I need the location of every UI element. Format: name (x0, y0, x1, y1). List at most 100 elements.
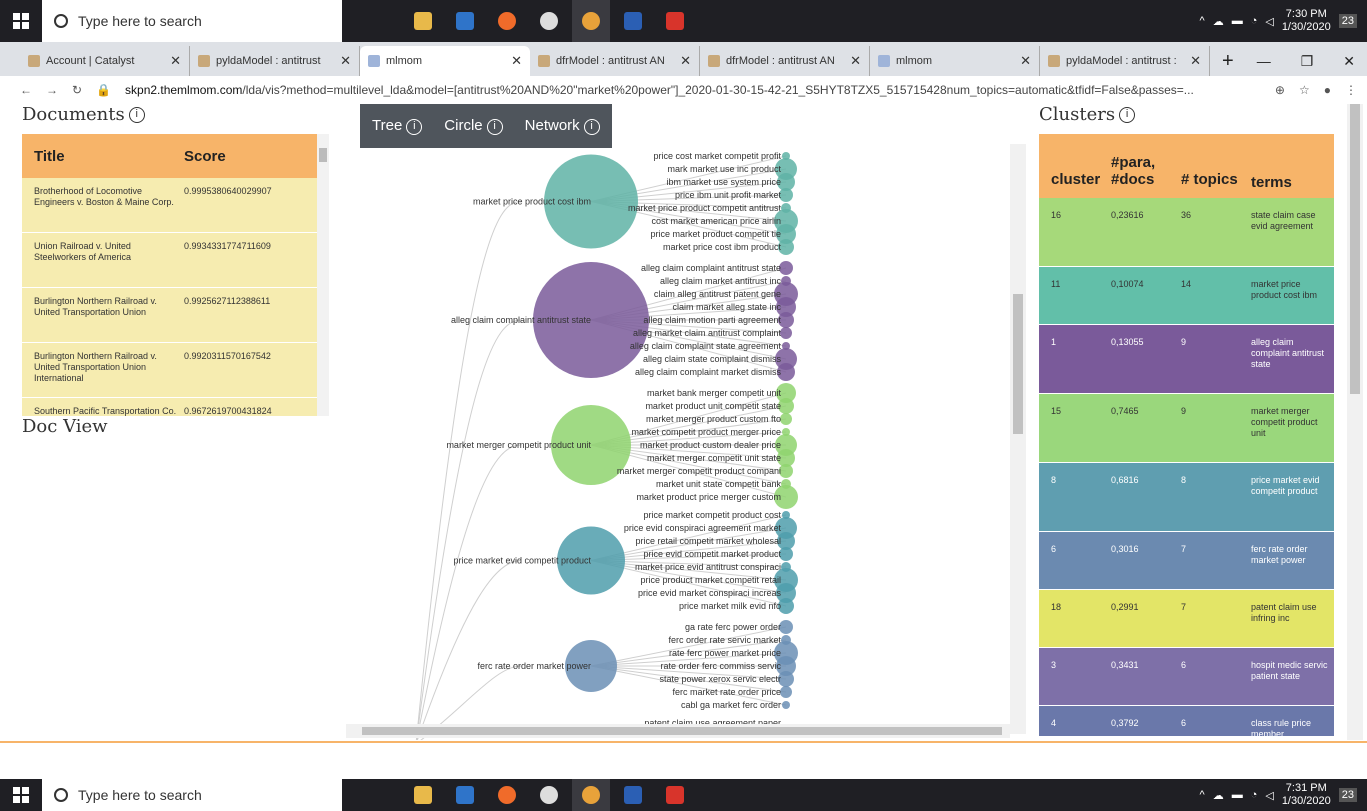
table-row[interactable]: 11 0,10074 14 market price product cost ibm (1039, 267, 1334, 325)
volume-icon[interactable]: ◁ (1265, 15, 1273, 28)
leaf-label[interactable]: market price evid antitrust conspiraci (635, 562, 781, 572)
leaf-label[interactable]: alleg market claim antitrust complaint (633, 328, 782, 338)
menu-icon[interactable]: ⋮ (1345, 83, 1367, 97)
leaf-label[interactable]: price market competit product cost (643, 510, 781, 520)
firefox-icon[interactable] (488, 0, 526, 42)
clock[interactable]: 7:30 PM 1/30/2020 (1282, 8, 1331, 34)
maximize-icon[interactable]: ❐ (1301, 46, 1314, 76)
table-row[interactable]: Burlington Northern Railroad v. United T… (22, 343, 317, 398)
documents-scrollbar[interactable] (317, 134, 329, 416)
volume-icon[interactable]: ◁ (1265, 789, 1273, 802)
firefox-icon[interactable] (488, 779, 526, 811)
outlook-icon[interactable] (446, 779, 484, 811)
leaf-label[interactable]: market product price merger custom (636, 492, 781, 502)
leaf-node[interactable] (779, 547, 793, 561)
table-row[interactable]: 4 0,3792 6 class rule price member (1039, 706, 1334, 736)
leaf-label[interactable]: market competit product merger price (631, 427, 781, 437)
tab-4[interactable]: dfrModel : antitrust AN ✕ (700, 46, 870, 76)
profile-icon[interactable]: ● (1324, 83, 1331, 97)
col-title[interactable]: Title (22, 148, 184, 165)
viz-vertical-scrollbar[interactable] (1010, 144, 1026, 734)
page-scrollbar[interactable] (1347, 104, 1363, 740)
col-para-docs[interactable]: #para, #docs (1111, 154, 1181, 188)
notification-icon[interactable]: 23 (1338, 14, 1357, 28)
leaf-label[interactable]: rate order ferc commiss servic (660, 661, 781, 671)
forward-icon[interactable]: → (46, 83, 58, 97)
leaf-label[interactable]: market price cost ibm product (663, 242, 782, 252)
table-row[interactable]: Union Railroad v. United Steelworkers of… (22, 233, 317, 288)
viz-horizontal-scrollbar[interactable] (346, 724, 1010, 738)
back-icon[interactable]: ← (20, 83, 32, 97)
url-field[interactable]: skpn2.themlmom.com/lda/vis?method=multil… (125, 83, 1261, 97)
table-row[interactable]: Brotherhood of Locomotive Engineers v. B… (22, 178, 317, 233)
close-window-icon[interactable]: ✕ (1343, 46, 1355, 76)
leaf-label[interactable]: market merger product custom fto (646, 414, 781, 424)
leaf-label[interactable]: price evid market conspiraci increas (638, 588, 782, 598)
close-icon[interactable]: ✕ (340, 53, 351, 69)
leaf-label[interactable]: claim market alleg state inc (672, 302, 781, 312)
leaf-label[interactable]: price evid competit market product (643, 549, 781, 559)
leaf-label[interactable]: alleg claim complaint antitrust state (641, 263, 781, 273)
leaf-node[interactable] (780, 327, 792, 339)
chevron-up-icon[interactable]: ^ (1200, 789, 1205, 801)
taskbar-search-box[interactable]: Type here to search (42, 779, 342, 811)
leaf-label[interactable]: claim alleg antitrust patent gene (654, 289, 781, 299)
leaf-label[interactable]: price cost market competit profit (653, 151, 781, 161)
leaf-label[interactable]: alleg claim state complaint dismiss (643, 354, 782, 364)
leaf-label[interactable]: price product market competit retail (640, 575, 781, 585)
close-icon[interactable]: ✕ (511, 53, 522, 69)
tab-6[interactable]: pyldaModel : antitrust : ✕ (1040, 46, 1210, 76)
acrobat-icon[interactable] (656, 0, 694, 42)
file-explorer-icon[interactable] (404, 779, 442, 811)
tab-3[interactable]: dfrModel : antitrust AN ✕ (530, 46, 700, 76)
leaf-label[interactable]: cabl ga market ferc order (681, 700, 781, 710)
leaf-label[interactable]: price retail competit market wholesal (635, 536, 781, 546)
leaf-node[interactable] (779, 464, 793, 478)
settings-gear-icon[interactable] (530, 0, 568, 42)
start-button[interactable] (0, 779, 42, 811)
topic-label[interactable]: price market evid competit product (453, 556, 591, 566)
leaf-label[interactable]: cost market american price airlin (651, 216, 781, 226)
scroll-thumb[interactable] (1013, 294, 1023, 434)
settings-gear-icon[interactable] (530, 779, 568, 811)
star-icon[interactable]: ☆ (1299, 83, 1310, 97)
leaf-label[interactable]: alleg claim complaint market dismiss (635, 367, 782, 377)
col-cluster[interactable]: cluster (1039, 171, 1111, 188)
close-icon[interactable]: ✕ (1190, 53, 1201, 69)
leaf-label[interactable]: ferc market rate order price (672, 687, 781, 697)
leaf-label[interactable]: rate ferc power market price (669, 648, 781, 658)
word-icon[interactable] (614, 0, 652, 42)
table-row[interactable]: 16 0,23616 36 state claim case evid agreeme… (1039, 198, 1334, 267)
table-row[interactable]: Southern Pacific Transportation Co. v. I… (22, 398, 317, 416)
leaf-label[interactable]: ga rate ferc power order (685, 622, 781, 632)
chevron-up-icon[interactable]: ^ (1200, 15, 1205, 27)
leaf-label[interactable]: alleg claim market antitrust inc (660, 276, 782, 286)
col-terms[interactable]: terms (1251, 175, 1331, 190)
chrome-icon[interactable] (572, 0, 610, 42)
notification-icon[interactable]: 23 (1338, 788, 1357, 802)
table-row[interactable]: 18 0,2991 7 patent claim use infring inc (1039, 590, 1334, 648)
leaf-label[interactable]: market product custom dealer price (640, 440, 781, 450)
leaf-node[interactable] (779, 261, 793, 275)
outlook-icon[interactable] (446, 0, 484, 42)
battery-icon[interactable]: ▬ (1232, 789, 1243, 801)
leaf-label[interactable]: ferc order rate servic market (668, 635, 781, 645)
topic-label[interactable]: ferc rate order market power (477, 661, 591, 671)
topic-tree-visualization[interactable]: Tree i Circle i Network i price cost market… (346, 104, 1028, 740)
battery-icon[interactable]: ▬ (1232, 15, 1243, 27)
tab-2[interactable]: mlmom ✕ (360, 46, 530, 76)
word-icon[interactable] (614, 779, 652, 811)
topic-label[interactable]: market merger competit product unit (446, 440, 591, 450)
col-score[interactable]: Score (184, 148, 226, 165)
close-icon[interactable]: ✕ (1020, 53, 1031, 69)
leaf-label[interactable]: price market milk evid nfo (679, 601, 781, 611)
tab-5[interactable]: mlmom ✕ (870, 46, 1040, 76)
leaf-node[interactable] (780, 686, 792, 698)
leaf-node[interactable] (779, 188, 793, 202)
leaf-label[interactable]: alleg claim motion parti agreement (643, 315, 781, 325)
scroll-thumb[interactable] (362, 727, 1002, 735)
leaf-label[interactable]: state power xerox servic electr (659, 674, 781, 684)
leaf-label[interactable]: alleg claim complaint state agreement (630, 341, 782, 351)
wifi-icon[interactable]: ◔ (1251, 789, 1258, 801)
leaf-label[interactable]: market price product competit antitrust (628, 203, 782, 213)
